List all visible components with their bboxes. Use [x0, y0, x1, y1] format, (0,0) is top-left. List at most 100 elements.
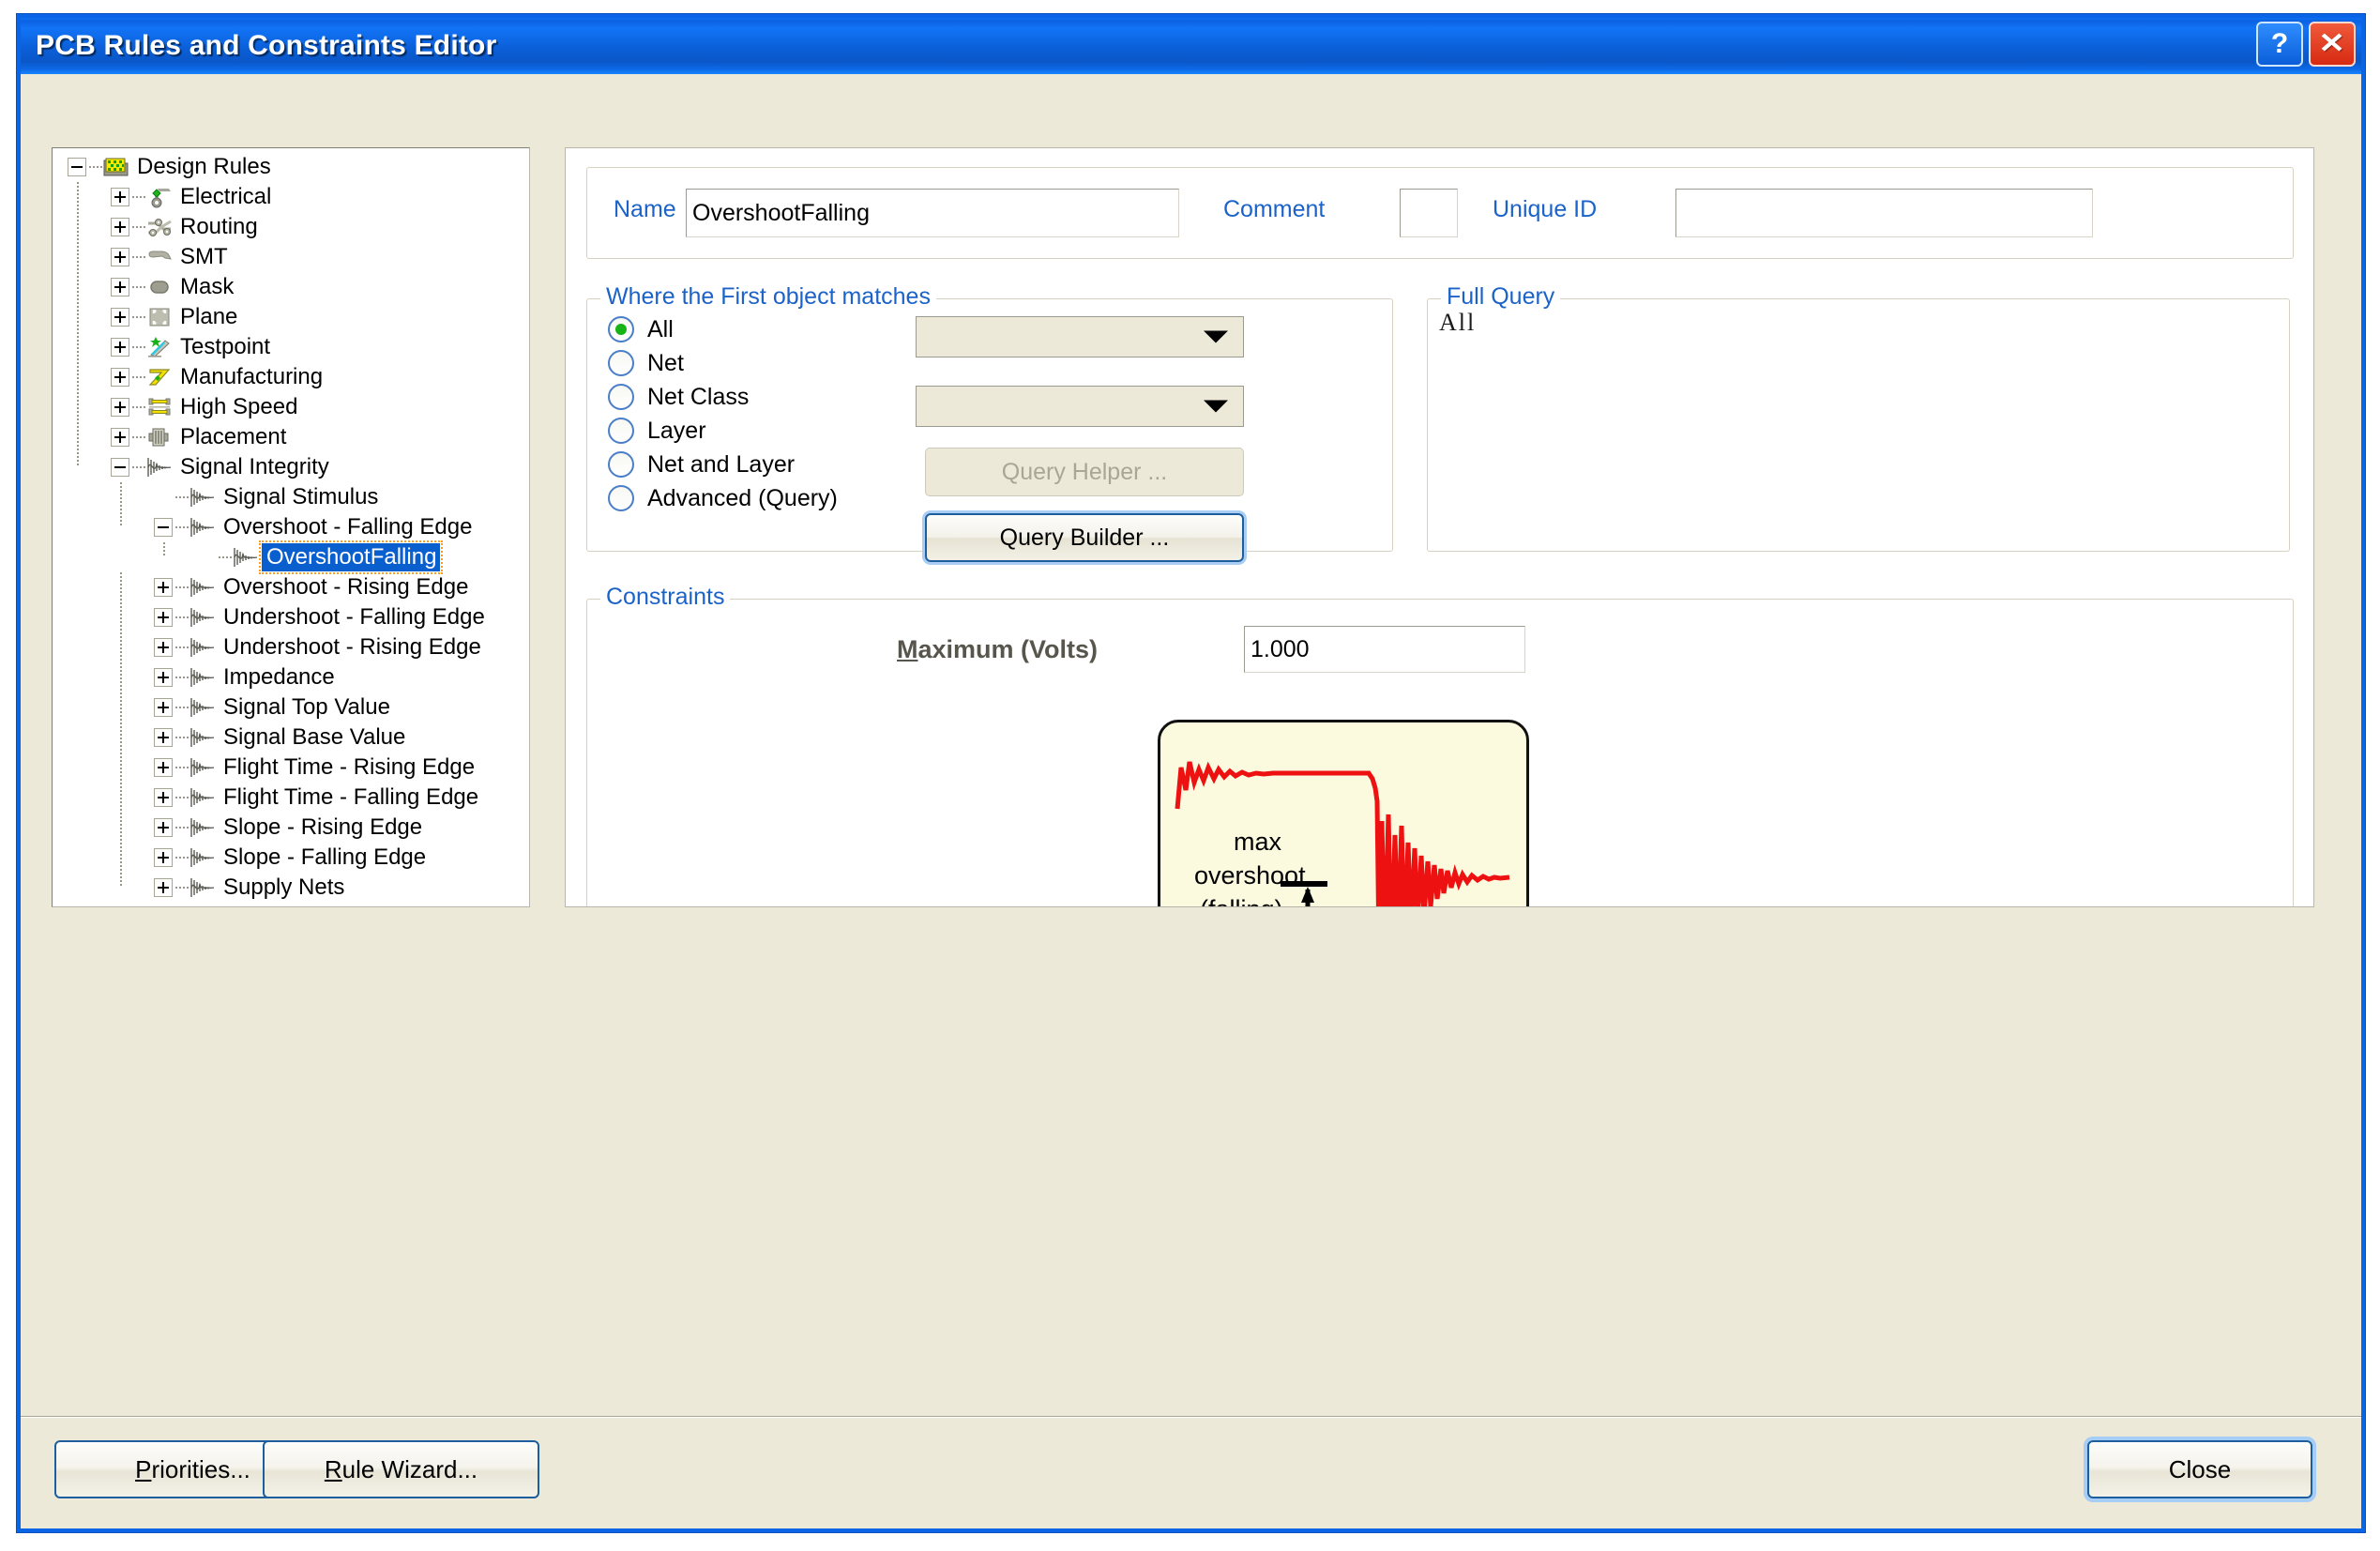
tree-expand-icon[interactable]: [154, 728, 173, 747]
tree-item[interactable]: Undershoot - Rising Edge: [53, 632, 529, 662]
tree-item[interactable]: Slope - Rising Edge: [53, 813, 529, 843]
tree-expand-icon[interactable]: [111, 248, 129, 266]
tree-expand-icon[interactable]: [111, 278, 129, 297]
tree-expand-icon[interactable]: [154, 848, 173, 867]
tree-item[interactable]: Design Rules: [53, 152, 529, 182]
tree-item-label: Overshoot - Falling Edge: [219, 516, 472, 539]
signal-integrity-icon: [189, 755, 217, 780]
tree-connector-line: [175, 646, 189, 648]
radio-option-net-class[interactable]: Net Class: [608, 380, 838, 414]
tree-expand-icon[interactable]: [154, 638, 173, 657]
rule-wizard-button[interactable]: Rule Wizard...: [263, 1440, 539, 1498]
tree-connector-line: [132, 196, 145, 198]
tree-collapse-icon[interactable]: [111, 458, 129, 477]
design-rules-tree-panel[interactable]: Design RulesElectrical Routing SMTMask Plan…: [52, 147, 530, 907]
match-scope-radio-group[interactable]: AllNetNet ClassLayerNet and LayerAdvance…: [608, 312, 838, 515]
radio-option-net-and-layer[interactable]: Net and Layer: [608, 448, 838, 481]
tree-item[interactable]: SMT: [53, 242, 529, 272]
tree-expand-icon[interactable]: [154, 608, 173, 627]
tree-expand-icon[interactable]: [154, 668, 173, 687]
tree-item-label: Testpoint: [175, 336, 270, 358]
radio-button-icon[interactable]: [608, 418, 634, 444]
help-button[interactable]: ?: [2256, 22, 2303, 67]
tree-expand-icon[interactable]: [111, 398, 129, 417]
signal-integrity-icon: [189, 665, 217, 690]
tree-item[interactable]: Supply Nets: [53, 873, 529, 903]
tree-item[interactable]: Plane: [53, 302, 529, 332]
tree-item[interactable]: Placement: [53, 422, 529, 452]
radio-option-net[interactable]: Net: [608, 346, 838, 380]
unique-id-input[interactable]: [1675, 189, 2093, 237]
tree-expand-icon[interactable]: [111, 338, 129, 357]
tree-item-label: Flight Time - Rising Edge: [219, 756, 475, 779]
tree-connector-line: [89, 166, 102, 168]
comment-input[interactable]: [1400, 189, 1458, 237]
tree-connector-line: [132, 466, 145, 468]
full-query-group: Full Query All: [1427, 298, 2290, 552]
tree-collapse-icon[interactable]: [154, 518, 173, 537]
tree-expand-icon[interactable]: [111, 428, 129, 447]
tree-expand-icon[interactable]: [154, 758, 173, 777]
close-window-button[interactable]: ✕: [2309, 22, 2356, 67]
signal-integrity-icon: [189, 635, 217, 660]
tree-item[interactable]: High Speed: [53, 392, 529, 422]
tree-collapse-icon[interactable]: [68, 158, 86, 176]
tree-expand-icon[interactable]: [154, 818, 173, 837]
tree-item[interactable]: Electrical: [53, 182, 529, 212]
signal-integrity-icon: [189, 515, 217, 540]
window-titlebar[interactable]: PCB Rules and Constraints Editor ? ✕: [21, 18, 2361, 74]
tree-expand-icon[interactable]: [111, 188, 129, 206]
tree-item[interactable]: Signal Stimulus: [53, 482, 529, 512]
radio-button-icon[interactable]: [608, 451, 634, 478]
tree-connector-line: [132, 376, 145, 378]
query-builder-button[interactable]: Query Builder ...: [925, 513, 1244, 562]
tree-item[interactable]: Manufacturing: [53, 362, 529, 392]
tree-expand-icon[interactable]: [154, 578, 173, 597]
signal-integrity-icon: [189, 785, 217, 810]
radio-option-layer[interactable]: Layer: [608, 414, 838, 448]
tree-expand-icon[interactable]: [154, 878, 173, 897]
tree-item[interactable]: Overshoot - Falling Edge: [53, 512, 529, 542]
radio-option-all[interactable]: All: [608, 312, 838, 346]
tree-expand-icon[interactable]: [111, 368, 129, 387]
tree-item[interactable]: Routing: [53, 212, 529, 242]
net-combo[interactable]: [916, 316, 1244, 357]
tree-item[interactable]: Slope - Falling Edge: [53, 843, 529, 873]
signal-integrity-icon: [189, 815, 217, 840]
tree-item[interactable]: Flight Time - Rising Edge: [53, 753, 529, 783]
radio-button-icon[interactable]: [608, 316, 634, 342]
tree-item[interactable]: Overshoot - Rising Edge: [53, 572, 529, 602]
radio-button-icon[interactable]: [608, 485, 634, 511]
rule-detail-panel: Name OvershootFalling Comment Unique ID …: [565, 147, 2314, 907]
tree-item[interactable]: Mask: [53, 272, 529, 302]
tree-connector-line: [132, 316, 145, 318]
close-button[interactable]: Close: [2087, 1440, 2312, 1498]
tree-leaf-spacer: [197, 548, 216, 567]
tree-item[interactable]: Undershoot - Falling Edge: [53, 602, 529, 632]
tree-item[interactable]: Signal Top Value: [53, 692, 529, 722]
net-class-combo[interactable]: [916, 386, 1244, 427]
tree-expand-icon[interactable]: [111, 308, 129, 327]
design-rules-tree[interactable]: Design RulesElectrical Routing SMTMask Plan…: [53, 148, 529, 903]
radio-option-advanced-query[interactable]: Advanced (Query): [608, 481, 838, 515]
name-input[interactable]: OvershootFalling: [686, 189, 1179, 237]
tree-item-selected[interactable]: OvershootFalling: [53, 542, 529, 572]
tree-item-label: Routing: [175, 216, 258, 238]
tree-item[interactable]: Flight Time - Falling Edge: [53, 783, 529, 813]
tree-item[interactable]: Testpoint: [53, 332, 529, 362]
tree-item[interactable]: Impedance: [53, 662, 529, 692]
tree-expand-icon[interactable]: [154, 788, 173, 807]
tree-connector-line: [175, 526, 189, 528]
chevron-down-icon: [1204, 401, 1228, 413]
radio-button-icon[interactable]: [608, 384, 634, 410]
radio-button-icon[interactable]: [608, 350, 634, 376]
tree-item[interactable]: Signal Integrity: [53, 452, 529, 482]
tree-item[interactable]: Signal Base Value: [53, 722, 529, 753]
tree-item-label: Plane: [175, 306, 237, 328]
tree-item-label: Undershoot - Falling Edge: [219, 606, 485, 629]
tree-expand-icon[interactable]: [111, 218, 129, 236]
tree-expand-icon[interactable]: [154, 698, 173, 717]
query-helper-button[interactable]: Query Helper ...: [925, 448, 1244, 496]
maximum-volts-input[interactable]: 1.000: [1244, 626, 1525, 673]
signal-integrity-icon: [189, 875, 217, 900]
